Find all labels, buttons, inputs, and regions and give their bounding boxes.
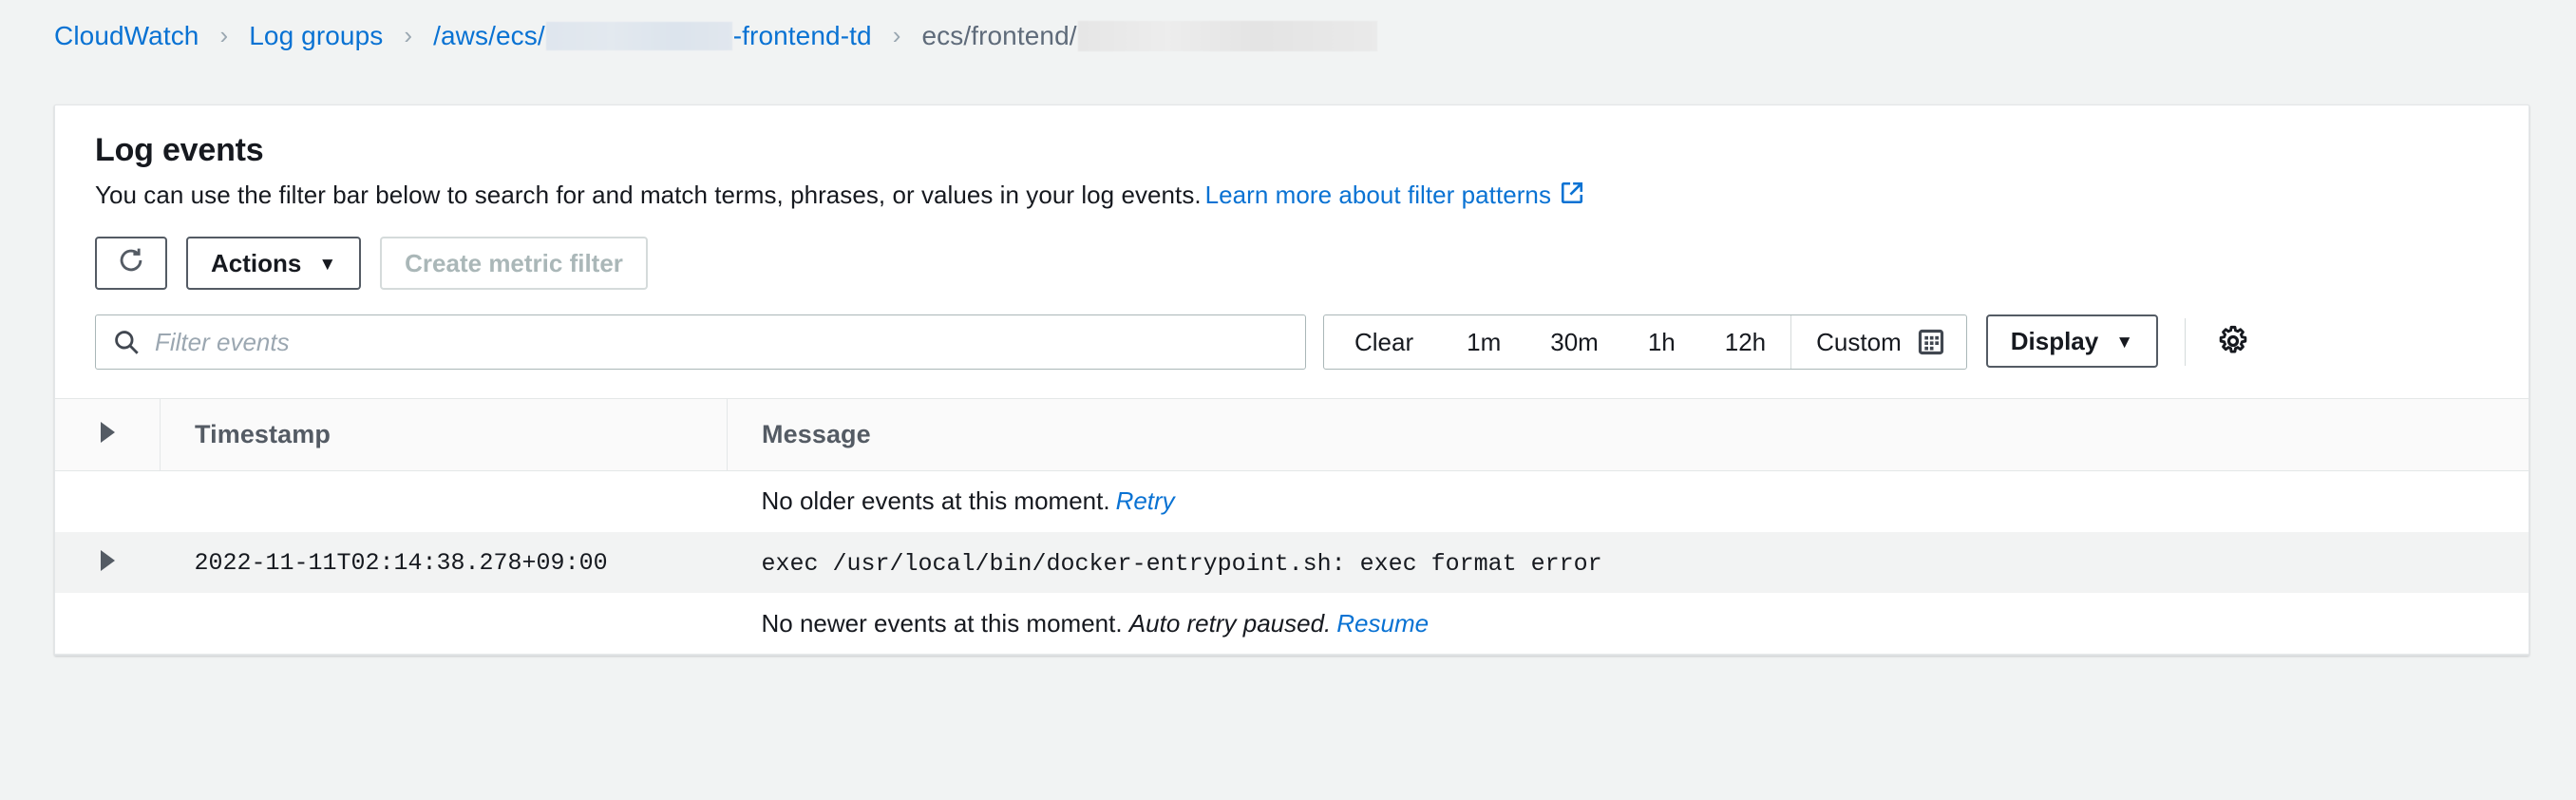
table-row: No newer events at this moment. Auto ret… xyxy=(55,594,2529,655)
time-range-12h-label: 12h xyxy=(1725,328,1766,357)
redacted-log-stream-name xyxy=(1078,21,1377,51)
column-header-timestamp[interactable]: Timestamp xyxy=(161,399,728,471)
breadcrumb-separator-icon: › xyxy=(893,23,901,48)
time-range-30m-label: 30m xyxy=(1550,328,1599,357)
action-button-row: Actions ▼ Create metric filter xyxy=(55,212,2529,290)
redacted-log-group-name xyxy=(546,22,732,50)
panel-description: You can use the filter bar below to sear… xyxy=(95,181,2489,212)
log-events-table: Timestamp Message No older events at thi… xyxy=(55,398,2529,655)
refresh-button[interactable] xyxy=(95,237,167,290)
time-range-30m[interactable]: 30m xyxy=(1525,315,1623,369)
create-metric-filter-label: Create metric filter xyxy=(405,249,623,278)
no-newer-events-text: No newer events at this moment. xyxy=(762,609,1123,638)
row-message: No newer events at this moment. Auto ret… xyxy=(728,594,2529,655)
chevron-down-icon: ▼ xyxy=(2115,333,2133,352)
table-row[interactable]: 2022-11-11T02:14:38.278+09:00 exec /usr/… xyxy=(55,532,2529,594)
breadcrumb: CloudWatch › Log groups › /aws/ecs/ -fro… xyxy=(54,17,1378,55)
resume-link[interactable]: Resume xyxy=(1336,609,1429,638)
log-message-text: exec /usr/local/bin/docker-entrypoint.sh… xyxy=(762,550,1602,578)
chevron-down-icon: ▼ xyxy=(318,256,336,274)
breadcrumb-item-log-group[interactable]: /aws/ecs/ -frontend-td xyxy=(433,21,872,51)
table-header-row: Timestamp Message xyxy=(55,399,2529,471)
auto-retry-paused-text: Auto retry paused. xyxy=(1129,609,1331,638)
create-metric-filter-button[interactable]: Create metric filter xyxy=(380,237,648,290)
breadcrumb-log-group-suffix: -frontend-td xyxy=(733,21,872,51)
time-range-clear[interactable]: Clear xyxy=(1324,315,1442,369)
row-message: No older events at this moment.Retry xyxy=(728,471,2529,532)
panel-header: Log events You can use the filter bar be… xyxy=(55,105,2529,212)
row-expand-cell xyxy=(55,594,161,655)
expand-all-header xyxy=(55,399,161,471)
column-header-message[interactable]: Message xyxy=(728,399,2529,471)
cloudwatch-log-events-page: CloudWatch › Log groups › /aws/ecs/ -fro… xyxy=(0,0,2576,800)
filter-events-field[interactable] xyxy=(95,314,1306,370)
time-range-clear-label: Clear xyxy=(1354,328,1413,357)
time-range-custom-label: Custom xyxy=(1816,328,1902,357)
row-timestamp xyxy=(161,594,728,655)
calendar-icon xyxy=(1917,328,1945,356)
row-message: exec /usr/local/bin/docker-entrypoint.sh… xyxy=(728,532,2529,594)
breadcrumb-item-log-groups[interactable]: Log groups xyxy=(249,21,383,51)
settings-button[interactable] xyxy=(2199,314,2267,370)
learn-more-link[interactable]: Learn more about filter patterns xyxy=(1205,181,1551,209)
gear-icon xyxy=(2217,325,2249,360)
row-expand-cell xyxy=(55,471,161,532)
breadcrumb-log-group-prefix: /aws/ecs/ xyxy=(433,21,545,51)
refresh-icon xyxy=(116,245,146,282)
breadcrumb-separator-icon: › xyxy=(404,23,412,48)
time-range-1h[interactable]: 1h xyxy=(1623,315,1700,369)
row-timestamp: 2022-11-11T02:14:38.278+09:00 xyxy=(161,532,728,594)
log-events-panel: Log events You can use the filter bar be… xyxy=(54,105,2529,656)
display-button[interactable]: Display ▼ xyxy=(1986,314,2158,368)
page-title: Log events xyxy=(95,132,2489,169)
time-range-12h[interactable]: 12h xyxy=(1700,315,1790,369)
actions-button-label: Actions xyxy=(211,249,301,278)
panel-description-text: You can use the filter bar below to sear… xyxy=(95,181,1202,209)
external-link-icon xyxy=(1560,181,1584,212)
breadcrumb-item-log-stream: ecs/frontend/ xyxy=(921,21,1377,51)
time-range-selector: Clear 1m 30m 1h 12h Custom xyxy=(1323,314,1967,370)
time-range-1m-label: 1m xyxy=(1467,328,1501,357)
time-range-custom[interactable]: Custom xyxy=(1790,315,1966,369)
breadcrumb-log-stream-prefix: ecs/frontend/ xyxy=(921,21,1076,51)
retry-link[interactable]: Retry xyxy=(1116,486,1175,515)
search-icon xyxy=(113,329,140,355)
filter-bar-row: Clear 1m 30m 1h 12h Custom xyxy=(55,290,2529,398)
time-range-1m[interactable]: 1m xyxy=(1442,315,1525,369)
expand-caret-icon[interactable] xyxy=(101,550,115,571)
actions-button[interactable]: Actions ▼ xyxy=(186,237,361,290)
no-older-events-text: No older events at this moment. xyxy=(762,486,1110,515)
display-button-label: Display xyxy=(2011,327,2099,356)
toolbar-divider xyxy=(2185,318,2186,366)
search-input[interactable] xyxy=(153,327,1288,358)
breadcrumb-separator-icon: › xyxy=(219,23,228,48)
row-timestamp xyxy=(161,471,728,532)
table-row: No older events at this moment.Retry xyxy=(55,471,2529,532)
row-expand-cell[interactable] xyxy=(55,532,161,594)
expand-caret-icon[interactable] xyxy=(101,422,115,443)
time-range-1h-label: 1h xyxy=(1648,328,1676,357)
breadcrumb-item-cloudwatch[interactable]: CloudWatch xyxy=(54,21,199,51)
